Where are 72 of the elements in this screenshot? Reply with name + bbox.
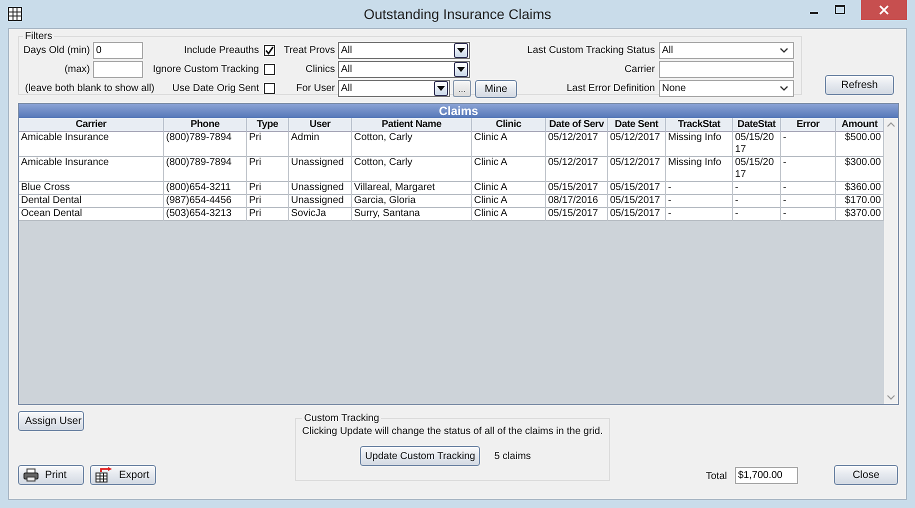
- input-field[interactable]: [659, 61, 794, 78]
- info-text: Clicking Update will change the status of all of the claims in the grid.: [302, 426, 603, 437]
- printer-icon: [23, 468, 39, 482]
- dropdown-icon[interactable]: [454, 62, 468, 77]
- table-cell: 05/15/2017: [608, 208, 666, 221]
- field-label: For User: [295, 83, 335, 94]
- window-title: Outstanding Insurance Claims: [362, 6, 552, 22]
- column-header[interactable]: Clinic: [472, 118, 546, 132]
- claims-count: 5 claims: [494, 450, 531, 462]
- input-field[interactable]: [93, 61, 143, 78]
- column-header[interactable]: User: [289, 118, 352, 132]
- checkbox[interactable]: [264, 64, 275, 75]
- refresh-button[interactable]: Refresh: [825, 75, 894, 95]
- field-label: Carrier: [623, 64, 655, 75]
- dropdown[interactable]: All: [659, 42, 794, 59]
- checkbox-label: Include Preauths: [184, 45, 259, 56]
- mine-button[interactable]: Mine: [475, 80, 517, 98]
- dropdown-icon[interactable]: [434, 81, 448, 96]
- combo-box[interactable]: All: [338, 42, 470, 59]
- column-header[interactable]: Patient Name: [352, 118, 472, 132]
- field-label: Last Custom Tracking Status: [527, 45, 655, 56]
- checkbox-label: Use Date Orig Sent: [172, 83, 259, 94]
- table-cell: -: [733, 208, 781, 221]
- column-header[interactable]: Type: [247, 118, 289, 132]
- hint-text: (leave both blank to show all): [25, 83, 155, 94]
- maximize-icon[interactable]: [835, 5, 845, 15]
- table-cell: (503)654-3213: [164, 208, 247, 221]
- column-header[interactable]: Carrier: [19, 118, 164, 132]
- chevron-icon: [780, 48, 788, 53]
- print-button[interactable]: Print: [18, 465, 84, 485]
- chevron-icon: [780, 86, 788, 91]
- dropdown[interactable]: None: [659, 80, 794, 97]
- dropdown-icon[interactable]: [454, 43, 468, 58]
- table-cell: -: [781, 208, 836, 221]
- input-field[interactable]: 0: [93, 42, 143, 59]
- field-label: Treat Provs: [282, 45, 335, 56]
- grid-icon: [8, 7, 22, 21]
- table-cell: Surry, Santana: [352, 208, 472, 221]
- table-cell: 05/15/2017: [546, 208, 608, 221]
- close-button[interactable]: Close: [834, 465, 898, 485]
- column-header[interactable]: DateStat: [733, 118, 781, 132]
- assign-user-button[interactable]: Assign User: [18, 411, 84, 431]
- spreadsheet-arrow-icon: [95, 467, 113, 483]
- checkbox[interactable]: [264, 45, 275, 56]
- combo-box[interactable]: All: [338, 80, 450, 97]
- table-cell: Clinic A: [472, 208, 546, 221]
- table-cell: -: [666, 208, 733, 221]
- field-label: (max): [63, 64, 90, 75]
- checkbox-label: Ignore Custom Tracking: [152, 64, 259, 75]
- column-header[interactable]: Error: [781, 118, 836, 132]
- checkbox[interactable]: [264, 83, 275, 94]
- group-legend: Custom Tracking: [302, 413, 382, 424]
- field-label: Clinics: [304, 64, 335, 75]
- table-cell: SovicJa: [289, 208, 352, 221]
- filters-legend: Filters: [23, 31, 54, 42]
- column-header[interactable]: Date of Serv: [546, 118, 608, 132]
- combo-box[interactable]: All: [338, 61, 470, 78]
- browse-button[interactable]: ...: [453, 80, 471, 97]
- update-custom-tracking-button[interactable]: Update Custom Tracking: [360, 446, 480, 466]
- column-header[interactable]: Date Sent: [608, 118, 666, 132]
- column-header[interactable]: Phone: [164, 118, 247, 132]
- column-header[interactable]: TrackStat: [666, 118, 733, 132]
- field-label: Days Old (min): [23, 45, 90, 56]
- total-field[interactable]: $1,700.00: [735, 467, 798, 484]
- column-header[interactable]: Amount: [836, 118, 884, 132]
- export-button[interactable]: Export: [90, 465, 156, 485]
- table-cell: Ocean Dental: [19, 208, 164, 221]
- field-label: Last Error Definition: [566, 83, 655, 94]
- grid-title: Claims: [19, 104, 898, 118]
- close-icon[interactable]: [861, 0, 907, 20]
- total-label: Total: [706, 471, 727, 482]
- table-cell: Pri: [247, 208, 289, 221]
